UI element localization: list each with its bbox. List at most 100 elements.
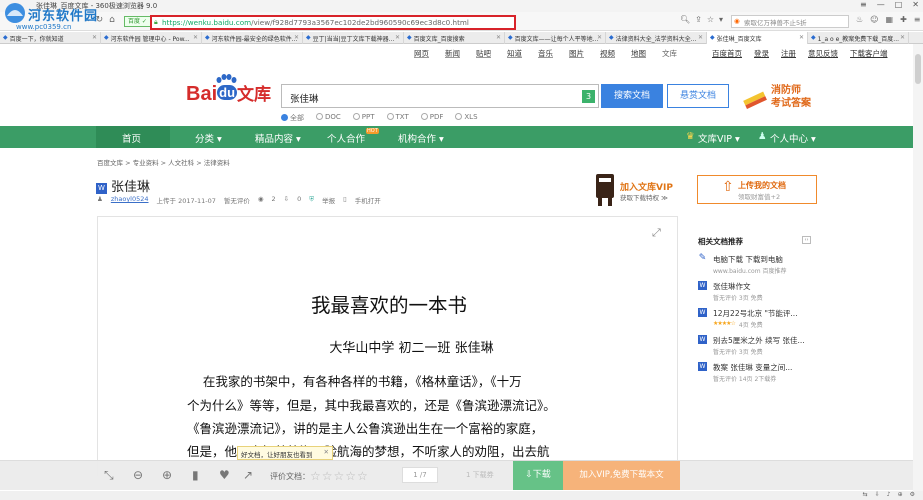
browser-tab[interactable]: ◆ 法律资料大全_法学资料大全... ✕ (606, 32, 707, 44)
browser-tab[interactable]: ◆ 河东软件园 管理中心 - Pow... ✕ (101, 32, 202, 44)
browser-tab-active[interactable]: ◆ 张佳琳_百度文库 ✕ (707, 32, 808, 44)
expand-icon[interactable]: ⤡ (104, 468, 114, 483)
wenku-search-input[interactable]: 张佳琳 3 (281, 84, 599, 108)
sound-icon[interactable]: ♪ (887, 491, 891, 498)
home-link[interactable]: 百度首页 (712, 48, 742, 59)
tab-close-icon[interactable]: ✕ (496, 34, 501, 41)
vip-promo[interactable]: 加入文库VIP 获取下载特权 ≫ (592, 170, 687, 210)
zoom-level-icon[interactable]: ⊕ (898, 491, 903, 498)
nav-link[interactable]: 知道 (507, 48, 522, 59)
browser-tab[interactable]: ◆ 豆丁|当当|豆丁文库下载神器... ✕ (303, 32, 404, 44)
share-icon[interactable]: ⇪ (695, 15, 702, 24)
url-field[interactable]: 🔒︎ https://wenku.baidu.com/view/f928d779… (150, 15, 516, 30)
login-link[interactable]: 登录 (754, 48, 769, 59)
breadcrumb[interactable]: 百度文库 > 专业资料 > 人文社科 > 法律资料 (97, 157, 230, 167)
home-icon[interactable]: ⌂ (109, 15, 115, 25)
tab-close-icon[interactable]: ✕ (193, 34, 198, 41)
nav-link[interactable]: 贴吧 (476, 48, 491, 59)
heart-icon[interactable]: ♥ (219, 468, 230, 482)
tab-close-icon[interactable]: ✕ (900, 34, 905, 41)
tab-close-icon[interactable]: ✕ (395, 34, 400, 41)
filter-pdf[interactable]: PDF (420, 113, 443, 123)
browser-tab[interactable]: ◆ 百度文库_百度搜索 ✕ (404, 32, 505, 44)
filter-doc[interactable]: DOC (316, 113, 341, 123)
ad-banner[interactable]: 消防师 考试答案 (741, 84, 821, 114)
baidu-top-nav: 网页 新闻 贴吧 知道 音乐 图片 视频 地图 文库 (414, 48, 677, 59)
close-icon[interactable]: ✕ (324, 448, 329, 456)
settings-icon[interactable]: ⚙ (910, 491, 915, 498)
menu-icon[interactable]: ≡ (860, 0, 867, 9)
upload-doc-button[interactable]: ⇧ 上传我的文档 领取财富值+2 (697, 175, 817, 204)
filter-xls[interactable]: XLS (455, 113, 478, 123)
related-arrow-icon[interactable]: ‹› (802, 236, 811, 244)
page-scrollbar[interactable] (913, 44, 923, 491)
nav-link[interactable]: 视频 (600, 48, 615, 59)
tab-favicon-icon: ◆ (407, 34, 412, 41)
browser-tab[interactable]: ◆ 百度文库——让每个人平等地... ✕ (505, 32, 606, 44)
window-controls: ≡ — □ ✕ (860, 0, 919, 9)
menu-org-coop[interactable]: 机构合作 ▾ (398, 131, 444, 145)
page-indicator[interactable]: 1 /7 (402, 467, 438, 483)
url-scheme: https://wenku.baidu.com (162, 18, 252, 27)
scrollbar-thumb[interactable] (915, 54, 921, 84)
nav-link[interactable]: 网页 (414, 48, 429, 59)
browser-tab[interactable]: ◆ 1_a o e_教案免费下载_百度... ✕ (808, 32, 909, 44)
feedback-link[interactable]: 意见反馈 (808, 48, 838, 59)
tab-close-icon[interactable]: ✕ (799, 34, 804, 41)
menu-personal-coop[interactable]: 个人合作 (327, 131, 365, 145)
fullscreen-icon[interactable]: ⤢ (652, 226, 661, 240)
browser-search-input[interactable]: ◉ 索取亿万神兽不止5折 (731, 15, 849, 28)
menu-home[interactable]: 首页 (122, 131, 141, 145)
tab-close-icon[interactable]: ✕ (92, 34, 97, 41)
dropdown-icon[interactable]: ▾ (719, 15, 723, 24)
register-link[interactable]: 注册 (781, 48, 796, 59)
nav-link[interactable]: 图片 (569, 48, 584, 59)
search-docs-button[interactable]: 搜索文档 (601, 84, 663, 108)
bookmark-icon[interactable]: ▮ (192, 468, 199, 482)
download-button[interactable]: ⇩下载 (513, 461, 563, 490)
nav-link[interactable]: 地图 (631, 48, 646, 59)
report-link[interactable]: 举报 (322, 195, 335, 205)
mobile-open-link[interactable]: 手机打开 (355, 195, 381, 205)
tab-close-icon[interactable]: ✕ (698, 34, 703, 41)
nav-link[interactable]: 新闻 (445, 48, 460, 59)
download-coupon-count: 1 下载券 (466, 471, 494, 479)
rating-stars-input[interactable]: ☆☆☆☆☆ (310, 469, 369, 483)
vip-free-download-button[interactable]: 加入VIP,免费下载本文 (563, 461, 680, 490)
close-icon[interactable]: ✕ (912, 0, 919, 9)
nav-link[interactable]: 音乐 (538, 48, 553, 59)
security-badge[interactable]: 百度 ✓ (124, 16, 151, 27)
nav-link-current[interactable]: 文库 (662, 48, 677, 59)
baidu-user-links: 百度首页 登录 注册 意见反馈 下载客户端 (712, 48, 888, 59)
user-icon[interactable]: ☺ (870, 15, 878, 24)
zoom-in-icon[interactable]: ⊕ (162, 468, 172, 482)
browser-tab[interactable]: ◆ 百度一下，你就知道 ✕ (0, 32, 101, 44)
tab-close-icon[interactable]: ✕ (597, 34, 602, 41)
status-bar: ⇆ ⇩ ♪ ⊕ ⚙ (0, 491, 923, 500)
more-icon[interactable]: ≡ (914, 15, 921, 24)
filter-ppt[interactable]: PPT (352, 113, 375, 123)
browser-tab[interactable]: ◆ 河东软件园-最安全的绿色软件... ✕ (202, 32, 303, 44)
minimize-icon[interactable]: — (877, 0, 885, 9)
extension-icon[interactable]: ✚ (900, 15, 907, 24)
filter-all[interactable]: 全部 (281, 113, 304, 123)
menu-premium[interactable]: 精品内容 ▾ (255, 131, 301, 145)
split-icon[interactable]: ⇆ (863, 491, 868, 498)
zoom-icon[interactable]: 🔍︎ (680, 15, 690, 24)
flame-icon[interactable]: ♨ (856, 15, 863, 24)
share-icon[interactable]: ↗ (243, 468, 253, 482)
download-client-link[interactable]: 下载客户端 (850, 48, 888, 59)
tab-favicon-icon: ◆ (306, 34, 311, 41)
download-manager-icon[interactable]: ⇩ (875, 491, 880, 498)
menu-category[interactable]: 分类 ▾ (195, 131, 222, 145)
menu-vip[interactable]: 文库VIP ▾ (698, 131, 740, 145)
zoom-out-icon[interactable]: ⊖ (133, 468, 143, 482)
star-icon[interactable]: ☆ (707, 15, 714, 24)
author-link[interactable]: zhaoyl0524 (111, 195, 149, 205)
menu-personal-center[interactable]: 个人中心 ▾ (770, 131, 816, 145)
filter-txt[interactable]: TXT (386, 113, 409, 123)
grid-icon[interactable]: ▦ (886, 15, 894, 24)
maximize-icon[interactable]: □ (895, 0, 903, 9)
tab-close-icon[interactable]: ✕ (294, 34, 299, 41)
bounty-docs-button[interactable]: 悬赏文档 (667, 84, 729, 108)
